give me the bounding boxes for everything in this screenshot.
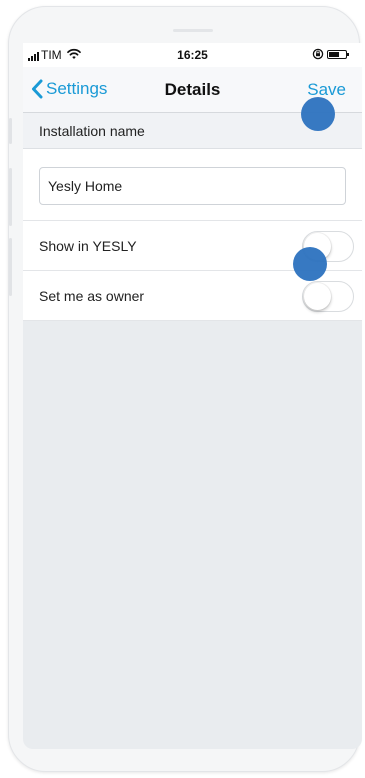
touch-indicator	[293, 247, 327, 281]
side-button-volume-up	[9, 168, 12, 226]
set-me-as-owner-toggle[interactable]	[302, 281, 354, 312]
speaker-grille	[173, 29, 213, 32]
rotation-lock-icon	[312, 48, 324, 60]
app-screen: TIM 16:25 Settings Details Save Installa…	[23, 43, 362, 749]
section-header-label: Installation name	[39, 123, 145, 139]
installation-name-section	[23, 149, 362, 221]
show-in-yesly-label: Show in YESLY	[39, 238, 137, 254]
status-bar: TIM 16:25	[23, 43, 362, 67]
battery-icon	[327, 50, 349, 59]
side-button-mute	[9, 118, 12, 144]
toggle-knob	[304, 283, 331, 310]
touch-indicator	[301, 97, 335, 131]
installation-name-input[interactable]	[39, 167, 346, 205]
set-me-as-owner-label: Set me as owner	[39, 288, 145, 304]
side-button-volume-down	[9, 238, 12, 296]
